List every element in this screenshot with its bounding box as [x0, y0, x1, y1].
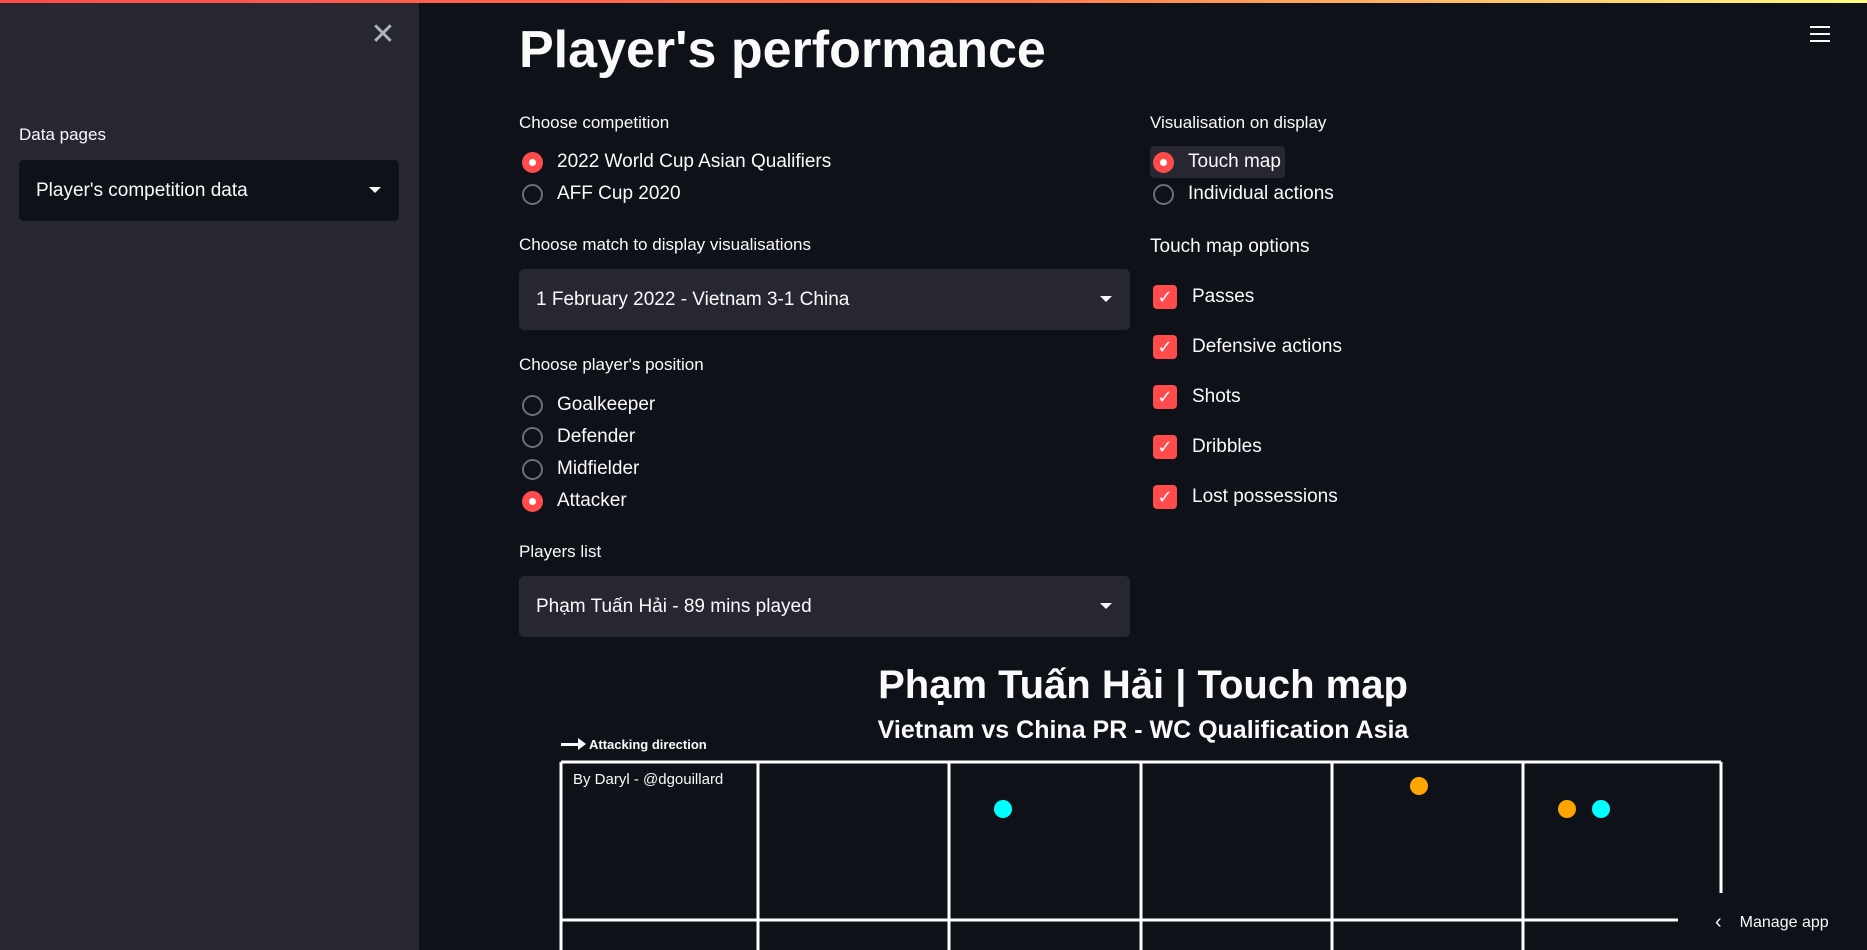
touch-map-pitch — [559, 760, 1723, 950]
chart-credit: By Daryl - @dgouillard — [573, 771, 724, 788]
touch-point — [1410, 777, 1428, 795]
chevron-left-icon: ‹ — [1715, 911, 1722, 933]
touch-point — [1558, 800, 1576, 818]
touch-point — [1592, 800, 1610, 818]
top-decoration-bar — [0, 0, 1867, 3]
manage-app-label: Manage app — [1739, 913, 1829, 931]
touch-point — [994, 800, 1012, 818]
manage-app-button[interactable]: ‹ Manage app — [1678, 895, 1867, 950]
